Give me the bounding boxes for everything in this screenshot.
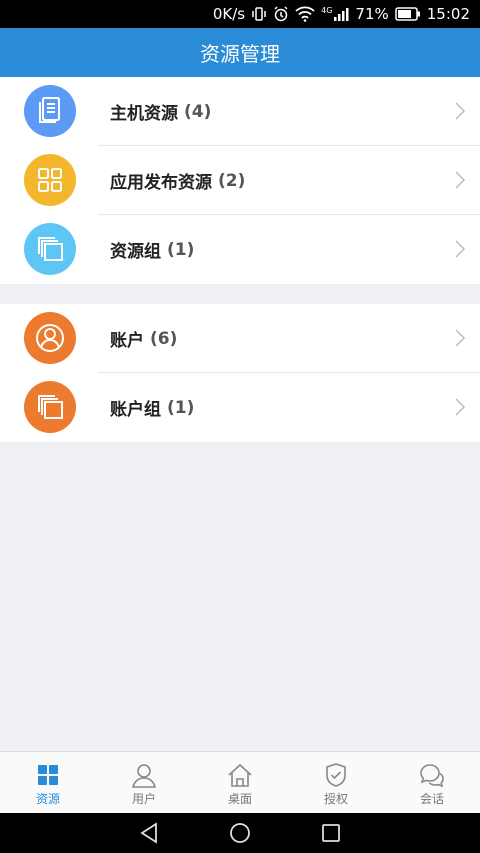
app-header: 资源管理 [0,28,480,77]
tab-label: 授权 [323,792,348,806]
signal-icon: 4G [321,6,349,22]
document-icon [24,85,76,137]
list-item-label: 账户 [110,331,144,351]
grid-icon [24,154,76,206]
tab-label: 用户 [131,792,156,806]
chevron-right-icon [455,398,466,416]
list-item-host-resources[interactable]: 主机资源 (4) [0,77,480,146]
list-item-label: 资源组 [110,242,161,262]
chat-icon [418,762,446,788]
chevron-right-icon [455,240,466,258]
page-title: 资源管理 [200,42,280,66]
chevron-right-icon [455,102,466,120]
battery-icon [395,7,421,21]
list-item-account-groups[interactable]: 账户组 (1) [0,373,480,442]
recents-icon[interactable] [321,823,341,843]
list-item-count: (1) [167,397,195,418]
tab-authorization[interactable]: 授权 [288,752,384,813]
account-group-list: 账户 (6) 账户组 (1) [0,304,480,442]
list-item-count: (6) [150,328,178,349]
list-item-resource-groups[interactable]: 资源组 (1) [0,215,480,284]
list-item-label: 应用发布资源 [110,173,212,193]
list-item-count: (1) [167,239,195,260]
system-nav-bar [0,813,480,853]
back-icon[interactable] [139,822,159,844]
stacked-windows-icon [24,381,76,433]
shield-check-icon [322,762,350,788]
list-item-count: (2) [218,170,246,191]
tab-resources[interactable]: 资源 [0,752,96,813]
status-bar: 0K/s 4G 71% 15:02 [0,0,480,28]
resource-group-list: 主机资源 (4) 应用发布资源 (2) 资源组 (1) [0,77,480,284]
list-item-count: (4) [184,101,212,122]
grid-icon [34,762,62,788]
chevron-right-icon [455,329,466,347]
network-speed: 0K/s [212,5,246,23]
bottom-nav: 资源 用户 桌面 授权 会话 [0,751,480,813]
network-type: 4G [321,6,333,15]
user-icon [130,762,158,788]
list-item-app-publish-resources[interactable]: 应用发布资源 (2) [0,146,480,215]
tab-desktop[interactable]: 桌面 [192,752,288,813]
tab-users[interactable]: 用户 [96,752,192,813]
list-item-accounts[interactable]: 账户 (6) [0,304,480,373]
tab-sessions[interactable]: 会话 [384,752,480,813]
home-circle-icon[interactable] [229,822,251,844]
list-item-label: 主机资源 [110,104,178,124]
tab-label: 会话 [419,792,444,806]
alarm-icon [273,6,289,22]
clock: 15:02 [426,5,470,23]
stacked-windows-icon [24,223,76,275]
chevron-right-icon [455,171,466,189]
vibrate-icon [251,6,267,22]
tab-label: 桌面 [227,792,252,806]
home-icon [226,762,254,788]
user-icon [24,312,76,364]
list-item-label: 账户组 [110,400,161,420]
battery-percent: 71% [355,5,389,23]
tab-label: 资源 [35,792,60,806]
wifi-icon [295,6,315,22]
